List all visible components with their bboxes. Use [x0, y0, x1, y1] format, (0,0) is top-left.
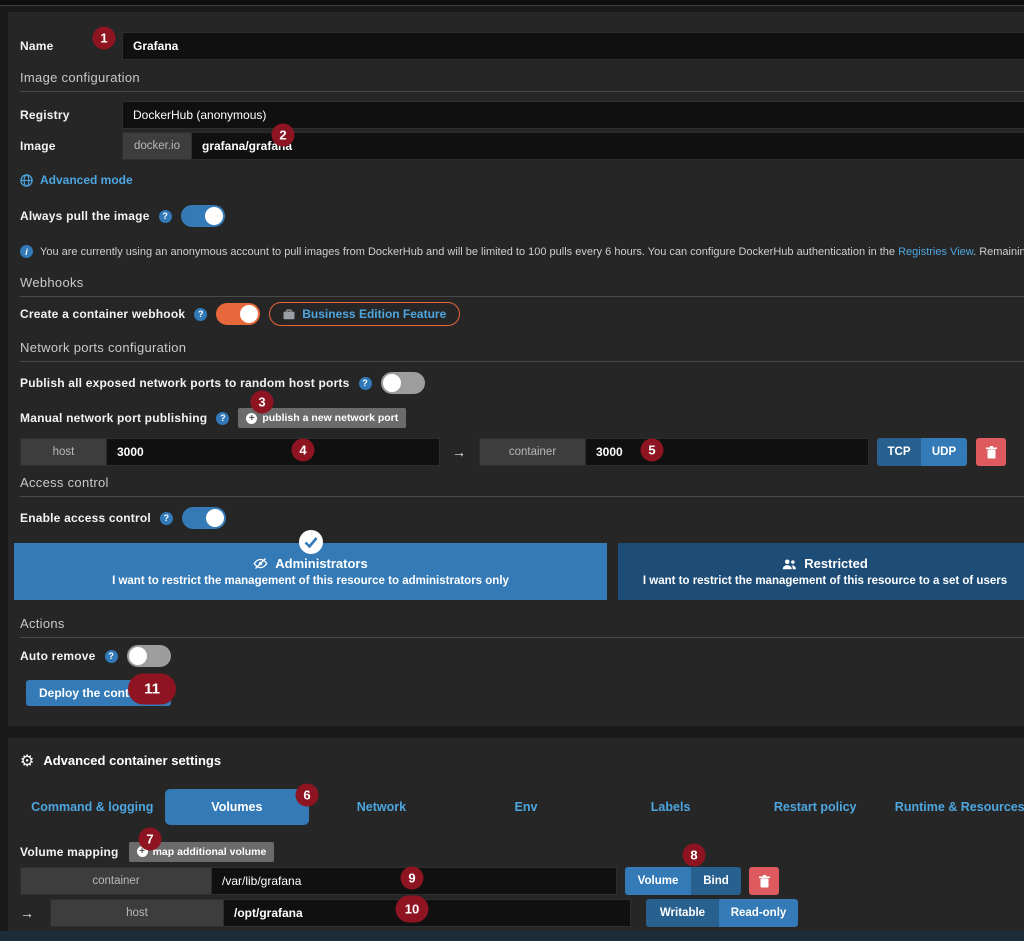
tab-command-logging[interactable]: Command & logging — [20, 789, 165, 825]
annotation-badge-6: 6 — [296, 784, 319, 807]
section-network-ports: Network ports configuration — [20, 340, 1024, 362]
advanced-mode-label: Advanced mode — [40, 173, 133, 187]
notice-text: You are currently using an anonymous acc… — [40, 246, 1024, 258]
volume-host-addon: host — [50, 899, 223, 927]
business-edition-badge: Business Edition Feature — [269, 302, 460, 326]
annotation-badge-3: 3 — [251, 391, 274, 414]
globe-icon — [20, 174, 33, 187]
annotation-badge-11: 11 — [128, 674, 176, 705]
volume-host-row: → host /opt/grafana Writable Read-only — [20, 899, 1024, 927]
gear-icon: ⚙ — [20, 754, 34, 768]
name-input[interactable]: Grafana — [122, 32, 1024, 60]
volume-container-addon: container — [20, 867, 211, 895]
volume-type-button[interactable]: Volume — [625, 867, 691, 895]
arrow-right-icon: → — [452, 444, 466, 460]
window-top-bar — [0, 0, 1024, 6]
delete-port-button[interactable] — [976, 438, 1006, 466]
always-pull-toggle[interactable] — [181, 205, 225, 227]
administrators-description: I want to restrict the management of thi… — [112, 575, 509, 587]
trash-icon — [986, 446, 997, 459]
tab-env[interactable]: Env — [454, 789, 599, 825]
delete-volume-button[interactable] — [749, 867, 779, 895]
help-icon[interactable]: ? — [216, 412, 229, 425]
annotation-badge-8: 8 — [683, 844, 706, 867]
annotation-badge-7: 7 — [139, 828, 162, 851]
image-registry-addon: docker.io — [122, 132, 191, 160]
volume-container-row: container /var/lib/grafana Volume Bind — [20, 867, 1024, 895]
auto-remove-toggle[interactable] — [127, 645, 171, 667]
help-icon[interactable]: ? — [359, 377, 372, 390]
info-icon: i — [20, 245, 33, 258]
annotation-badge-5: 5 — [641, 439, 664, 462]
container-port-input[interactable]: 3000 — [585, 438, 869, 466]
image-input[interactable]: grafana/grafana — [191, 132, 1024, 160]
help-icon[interactable]: ? — [160, 512, 173, 525]
tab-volumes[interactable]: Volumes — [165, 789, 310, 825]
host-port-input[interactable]: 3000 — [106, 438, 440, 466]
webhook-toggle[interactable] — [216, 303, 260, 325]
create-container-form: Name Grafana Image configuration Registr… — [8, 12, 1024, 726]
restricted-option[interactable]: Restricted I want to restrict the manage… — [618, 543, 1024, 600]
container-port-addon: container — [479, 438, 585, 466]
always-pull-label: Always pull the image — [20, 209, 150, 223]
annotation-badge-9: 9 — [401, 867, 424, 890]
tab-restart-policy[interactable]: Restart policy — [743, 789, 888, 825]
access-control-toggle[interactable] — [182, 507, 226, 529]
tab-labels[interactable]: Labels — [598, 789, 743, 825]
webhook-label: Create a container webhook — [20, 307, 185, 321]
read-only-button[interactable]: Read-only — [719, 899, 798, 927]
annotation-badge-1: 1 — [93, 27, 116, 50]
arrow-right-icon: → — [20, 905, 34, 921]
publish-all-toggle[interactable] — [381, 372, 425, 394]
help-icon[interactable]: ? — [194, 308, 207, 321]
image-label: Image — [20, 139, 122, 153]
section-actions: Actions — [20, 616, 1024, 638]
registries-view-link[interactable]: Registries View — [898, 246, 973, 258]
next-panel-edge — [0, 931, 1024, 941]
administrators-option[interactable]: Administrators I want to restrict the ma… — [14, 543, 607, 600]
tcp-button[interactable]: TCP — [877, 438, 921, 466]
advanced-mode-link[interactable]: Advanced mode — [20, 173, 1024, 187]
selected-check-icon — [298, 529, 324, 560]
trash-icon — [759, 875, 770, 888]
manual-publishing-label: Manual network port publishing — [20, 411, 207, 425]
tab-network[interactable]: Network — [309, 789, 454, 825]
access-control-options: Administrators I want to restrict the ma… — [14, 543, 1024, 600]
help-icon[interactable]: ? — [105, 650, 118, 663]
dockerhub-pull-notice: i You are currently using an anonymous a… — [20, 245, 1024, 258]
tab-runtime-resources[interactable]: Runtime & Resources — [887, 789, 1024, 825]
writable-button[interactable]: Writable — [646, 899, 719, 927]
advanced-settings-tabs: Command & logging Volumes Network Env La… — [20, 789, 1024, 825]
port-mapping-row: host 3000 → container 3000 TCP UDP — [20, 438, 1024, 466]
enable-access-control-label: Enable access control — [20, 511, 151, 525]
bind-type-button[interactable]: Bind — [691, 867, 741, 895]
briefcase-icon — [283, 309, 295, 320]
section-access-control: Access control — [20, 475, 1024, 497]
volume-mapping-label: Volume mapping — [20, 845, 119, 859]
advanced-settings-title: Advanced container settings — [43, 753, 221, 768]
publish-all-label: Publish all exposed network ports to ran… — [20, 376, 350, 390]
users-icon — [782, 558, 797, 570]
annotation-badge-2: 2 — [272, 124, 295, 147]
registry-select[interactable]: DockerHub (anonymous) — [122, 101, 1024, 129]
auto-remove-label: Auto remove — [20, 649, 96, 663]
registry-label: Registry — [20, 108, 122, 122]
help-icon[interactable]: ? — [159, 210, 172, 223]
restricted-title: Restricted — [804, 556, 868, 571]
section-image-configuration: Image configuration — [20, 70, 1024, 92]
host-port-addon: host — [20, 438, 106, 466]
udp-button[interactable]: UDP — [921, 438, 967, 466]
restricted-description: I want to restrict the management of thi… — [643, 575, 1007, 587]
annotation-badge-4: 4 — [292, 439, 315, 462]
plus-circle-icon: + — [246, 413, 257, 424]
annotation-badge-10: 10 — [396, 896, 429, 923]
eye-slash-icon — [253, 557, 268, 570]
section-webhooks: Webhooks — [20, 275, 1024, 297]
